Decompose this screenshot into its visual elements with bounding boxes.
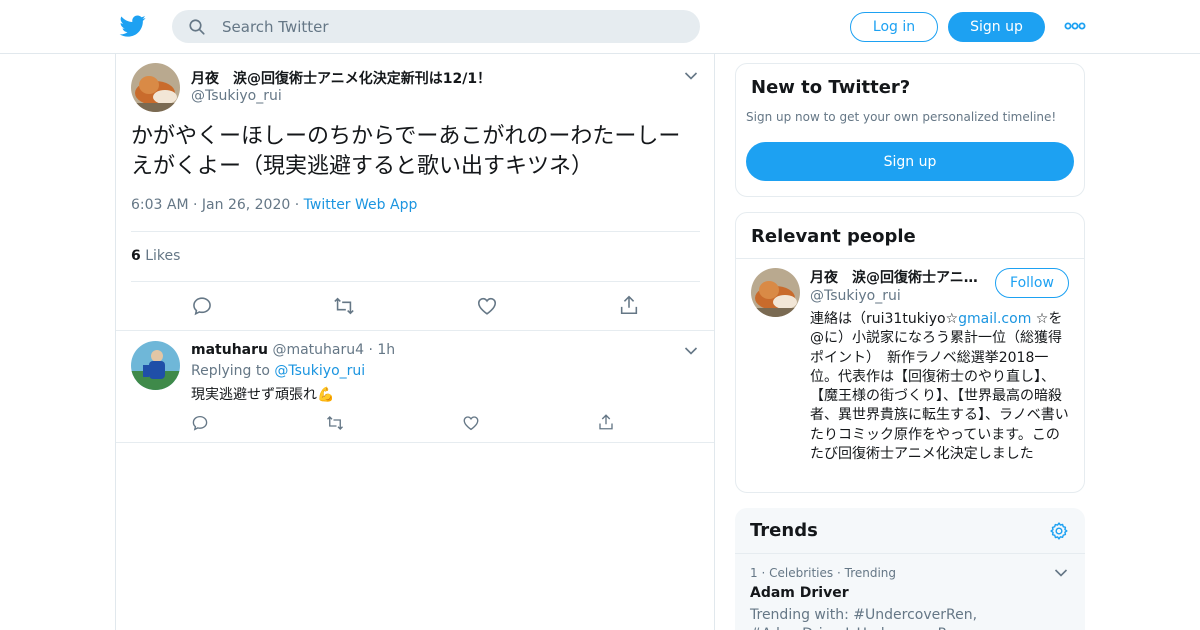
- trends-card: Trends 1 · Celebrities · Trending Adam D…: [735, 508, 1085, 630]
- replying-to-label: Replying to: [191, 363, 270, 379]
- bio-text: 連絡は（rui31tukiyo☆: [810, 311, 959, 327]
- retweet-icon[interactable]: [325, 414, 345, 432]
- share-icon[interactable]: [618, 294, 640, 316]
- meta-separator: ·: [294, 197, 304, 213]
- reply-icon[interactable]: [191, 295, 213, 317]
- divider: [116, 330, 714, 331]
- search-icon: [189, 19, 205, 35]
- login-button[interactable]: Log in: [850, 12, 938, 42]
- avatar[interactable]: [131, 341, 180, 390]
- meta-separator: ·: [193, 197, 202, 213]
- avatar[interactable]: [751, 268, 800, 317]
- bio-text: ☆を@に）小説家になろう累計一位（総獲得ポイント） 新作ラノベ総選挙2018一位…: [810, 311, 1069, 463]
- reply-icon[interactable]: [191, 414, 209, 432]
- person-bio: 連絡は（rui31tukiyo☆gmail.com ☆を@に）小説家になろう累計…: [810, 310, 1070, 464]
- new-to-twitter-card: New to Twitter? Sign up now to get your …: [735, 63, 1085, 197]
- main-timeline-column: 月夜 涙@回復術士アニメ化決定新刊は12/1！ @Tsukiyo_rui かがや…: [115, 54, 715, 630]
- chevron-down-icon[interactable]: [684, 71, 698, 81]
- person-handle[interactable]: @Tsukiyo_rui: [810, 288, 901, 304]
- trend-rank: 1: [750, 566, 758, 580]
- bio-link[interactable]: gmail.com: [958, 311, 1031, 327]
- tweet-author-name[interactable]: 月夜 涙@回復術士アニメ化決定新刊は12/1！: [191, 68, 491, 88]
- replying-to: Replying to @Tsukiyo_rui: [191, 363, 365, 379]
- gear-icon[interactable]: [1049, 521, 1069, 541]
- more-dots-icon[interactable]: [1064, 17, 1086, 35]
- tweet-source-link[interactable]: Twitter Web App: [304, 197, 418, 213]
- divider: [116, 442, 714, 443]
- tweet-time[interactable]: 6:03 AM: [131, 197, 189, 213]
- heart-icon[interactable]: [476, 295, 498, 317]
- trend-context: Trending with: #UndercoverRen, #AdamDriv…: [750, 607, 978, 630]
- person-name[interactable]: 月夜 涙@回復術士アニメ化決定新刊は12/1！: [810, 267, 982, 287]
- tweet-timestamp: 6:03 AM · Jan 26, 2020 · Twitter Web App: [131, 197, 417, 213]
- heart-icon[interactable]: [462, 414, 480, 432]
- tweet-text: かがやくーほしーのちからでーあこがれのーわたーしーえがくよー（現実逃避すると歌い…: [131, 124, 681, 179]
- top-navigation-bar: Log in Sign up: [0, 0, 1200, 54]
- tweet-author-handle[interactable]: @Tsukiyo_rui: [191, 88, 282, 104]
- trend-category: Celebrities: [769, 566, 834, 580]
- reply-header: matuharu @matuharu4 · 1h: [191, 342, 395, 358]
- trend-meta: 1 · Celebrities · Trending: [750, 566, 896, 580]
- divider: [736, 258, 1084, 259]
- card-title: Trends: [750, 520, 818, 541]
- search-box[interactable]: [172, 10, 700, 43]
- reply-text: 現実逃避せず頑張れ💪: [191, 387, 335, 403]
- reply-age[interactable]: 1h: [377, 342, 395, 358]
- avatar[interactable]: [131, 63, 180, 112]
- trend-status: Trending: [844, 566, 897, 580]
- twitter-bird-icon[interactable]: [119, 13, 147, 39]
- likes-stat[interactable]: 6 Likes: [131, 248, 180, 264]
- search-input[interactable]: [222, 10, 682, 43]
- chevron-down-icon[interactable]: [1054, 568, 1068, 578]
- divider: [131, 281, 700, 282]
- follow-button[interactable]: Follow: [995, 268, 1069, 298]
- retweet-icon[interactable]: [332, 295, 356, 317]
- reply-author-handle[interactable]: @matuharu4: [272, 342, 364, 358]
- reply-author-name[interactable]: matuharu: [191, 342, 268, 358]
- relevant-people-card: Relevant people 月夜 涙@回復術士アニメ化決定新刊は12/1！ …: [735, 212, 1085, 493]
- divider: [735, 553, 1085, 554]
- chevron-down-icon[interactable]: [684, 346, 698, 356]
- meta-separator: ·: [761, 566, 770, 580]
- likes-count: 6: [131, 248, 141, 264]
- tweet-date[interactable]: Jan 26, 2020: [202, 197, 290, 213]
- meta-separator: ·: [836, 566, 845, 580]
- trend-name[interactable]: Adam Driver: [750, 585, 849, 601]
- card-title: Relevant people: [751, 226, 916, 247]
- share-icon[interactable]: [597, 413, 615, 431]
- signup-button[interactable]: Sign up: [948, 12, 1045, 42]
- card-subtitle: Sign up now to get your own personalized…: [746, 110, 1057, 124]
- divider: [131, 231, 700, 232]
- sidebar-signup-button[interactable]: Sign up: [746, 142, 1074, 181]
- card-title: New to Twitter?: [751, 77, 911, 98]
- replying-to-link[interactable]: @Tsukiyo_rui: [274, 363, 365, 379]
- likes-label: Likes: [145, 248, 181, 264]
